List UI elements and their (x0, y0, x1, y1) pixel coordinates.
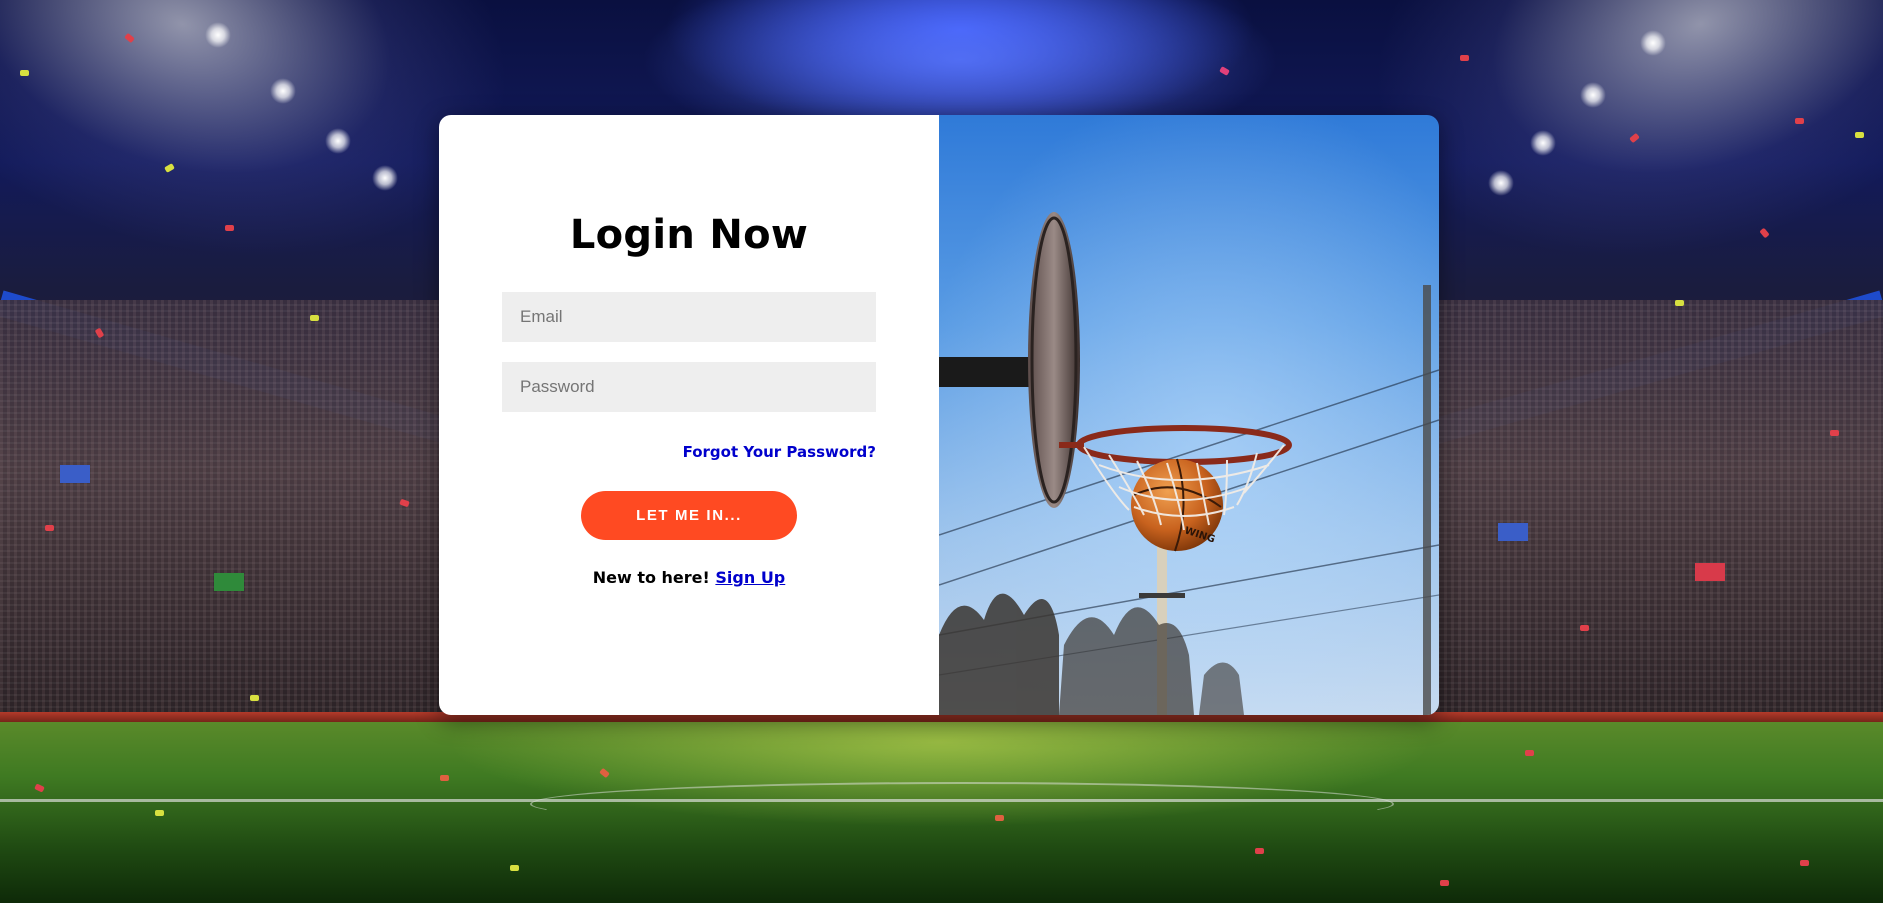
confetti (20, 70, 29, 76)
backboard (1028, 212, 1080, 508)
password-input[interactable] (502, 362, 876, 412)
forgot-password-link[interactable]: Forgot Your Password? (683, 443, 876, 461)
confetti (1460, 55, 1469, 61)
confetti (1580, 625, 1589, 631)
crowd-stands-right (1423, 300, 1883, 720)
pitch-center-arc (530, 782, 1394, 826)
utility-pole-right (1423, 285, 1431, 715)
stand-flag (1498, 523, 1528, 541)
confetti (510, 865, 519, 871)
basketball-hoop-illustration: WING (939, 115, 1439, 715)
login-submit-button[interactable]: LET ME IN... (581, 491, 797, 540)
floodlight (325, 128, 351, 154)
confetti (1675, 300, 1684, 306)
confetti (310, 315, 319, 321)
floodlight (1530, 130, 1556, 156)
crowd-stands-left (0, 300, 460, 720)
floodlight (1580, 82, 1606, 108)
login-form-panel: Login Now Forgot Your Password? LET ME I… (439, 115, 939, 715)
confetti (440, 775, 449, 781)
confetti (1830, 430, 1839, 436)
confetti (1800, 860, 1809, 866)
signup-link[interactable]: Sign Up (715, 568, 785, 587)
confetti (1525, 750, 1534, 756)
basketball-hoop-photo: WING (939, 115, 1439, 715)
confetti (250, 695, 259, 701)
hoop-support-arm (939, 357, 1034, 387)
confetti (155, 810, 164, 816)
confetti (225, 225, 234, 231)
stand-flag (1695, 563, 1725, 581)
floodlight (205, 22, 231, 48)
confetti (1440, 880, 1449, 886)
floodlight (270, 78, 296, 104)
confetti (1855, 132, 1864, 138)
stand-flag (60, 465, 90, 483)
login-title: Login Now (569, 212, 809, 258)
utility-pole-arm (1139, 593, 1185, 598)
confetti (1795, 118, 1804, 124)
confetti (995, 815, 1004, 821)
stand-flag (214, 573, 244, 591)
confetti (1255, 848, 1264, 854)
email-input[interactable] (502, 292, 876, 342)
floodlight (1640, 30, 1666, 56)
floodlight (372, 165, 398, 191)
signup-prompt-line: New to here! Sign Up (439, 568, 939, 587)
floodlight (1488, 170, 1514, 196)
signup-prompt-text: New to here! (592, 568, 710, 587)
confetti (45, 525, 54, 531)
login-card: Login Now Forgot Your Password? LET ME I… (439, 115, 1439, 715)
